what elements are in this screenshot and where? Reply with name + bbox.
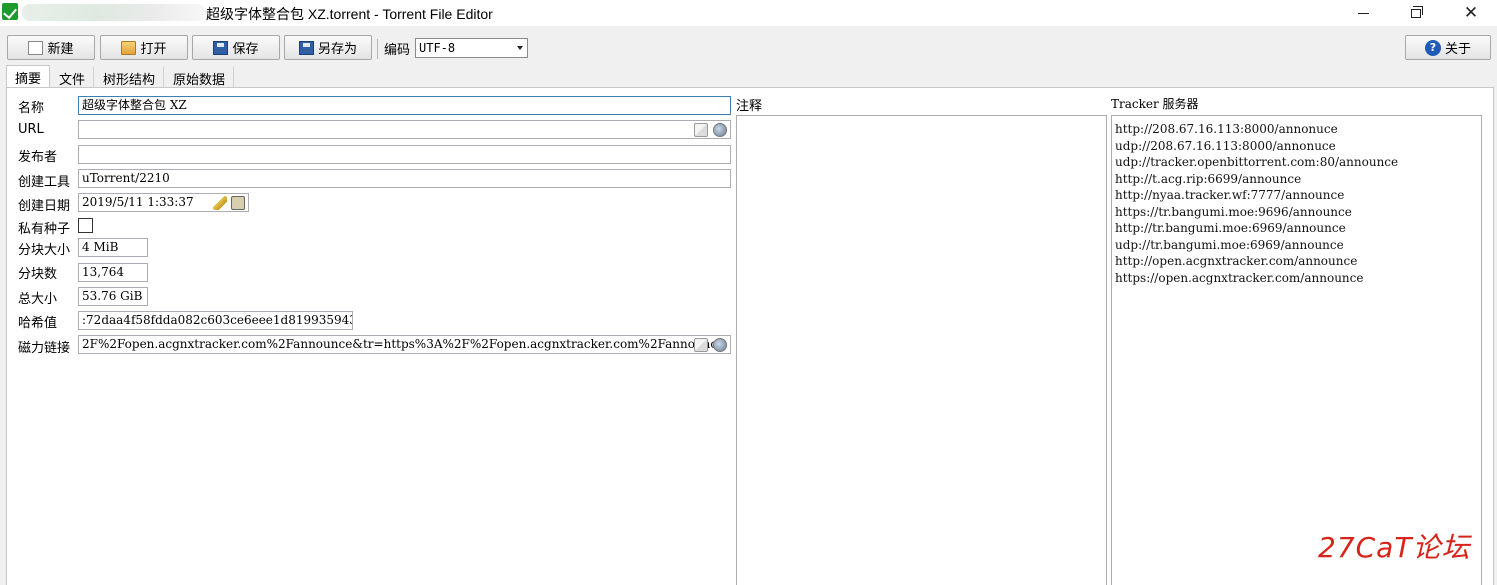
window-title: 超级字体整合包 XZ.torrent - Torrent File Editor [206,6,493,22]
tracker-item: http://nyaa.tracker.wf:7777/announce [1115,188,1345,202]
magnet-field[interactable]: 2F%2Fopen.acgnxtracker.com%2Fannounce&tr… [78,335,731,354]
created-by-field[interactable]: uTorrent/2210 [78,169,731,188]
tracker-label: Tracker 服务器 [1111,97,1199,111]
chevron-down-icon [517,46,523,50]
save-as-disk-icon [298,40,314,55]
new-file-icon [28,40,44,55]
created-by-label: 创建工具 [18,175,71,190]
tab-files[interactable]: 文件 [50,66,95,88]
tracker-item: https://open.acgnxtracker.com/announce [1115,270,1364,285]
tracker-item: udp://tr.bangumi.moe:6969/announce [1115,237,1344,252]
save-button[interactable]: 保存 [192,35,280,60]
magnet-label: 磁力链接 [18,341,71,356]
tab-raw-data[interactable]: 原始数据 [164,66,235,88]
notes-label: 注释 [736,99,763,114]
piece-size-label: 分块大小 [18,243,71,258]
piece-count-label: 分块数 [18,267,58,282]
about-button[interactable]: ? 关于 [1405,35,1491,60]
piece-size-field[interactable]: 4 MiB [78,238,148,257]
tracker-item: http://open.acgnxtracker.com/announce [1115,254,1358,268]
tab-tree[interactable]: 树形结构 [94,66,165,88]
title-bar: 超级字体整合包 XZ.torrent - Torrent File Editor… [0,0,1497,26]
close-button[interactable]: ✕ [1448,0,1494,26]
publisher-field[interactable] [78,145,731,164]
tab-summary[interactable]: 摘要 [6,65,51,88]
broom-icon[interactable] [213,196,227,210]
url-field[interactable] [78,120,731,139]
private-label: 私有种子 [18,222,71,237]
tab-bar: 摘要 文件 树形结构 原始数据 [6,65,235,88]
encoding-select[interactable]: UTF-8 [415,38,528,58]
tracker-item: udp://208.67.16.113:8000/annonuce [1115,138,1336,153]
tracker-item: http://tr.bangumi.moe:6969/announce [1115,221,1346,235]
toolbar: 新建 打开 保存 另存为 编码 UTF-8 ? 关于 [0,33,1497,63]
minimize-icon [1357,12,1369,14]
tracker-item: udp://tracker.openbittorrent.com:80/anno… [1115,155,1399,169]
name-label: 名称 [18,101,45,116]
private-checkbox[interactable] [78,218,93,233]
notes-textarea[interactable] [736,115,1107,585]
toolbar-separator [377,39,378,59]
tracker-item: http://208.67.16.113:8000/annonuce [1115,122,1338,136]
save-button-label: 保存 [232,42,259,57]
encoding-value: UTF-8 [419,41,456,55]
copy-icon[interactable] [694,123,708,137]
save-as-button[interactable]: 另存为 [284,35,372,60]
about-button-label: 关于 [1444,42,1471,57]
restore-icon [1411,5,1423,18]
calendar-icon[interactable] [231,196,245,210]
close-icon: ✕ [1463,3,1479,23]
publisher-label: 发布者 [18,150,58,165]
folder-open-icon [121,40,137,55]
hash-label: 哈希值 [18,316,58,331]
maximize-button[interactable] [1393,0,1439,26]
total-size-field[interactable]: 53.76 GiB [78,287,148,306]
url-label: URL [18,122,44,137]
tracker-textarea[interactable]: http://208.67.16.113:8000/annonuce udp:/… [1111,115,1482,585]
total-size-label: 总大小 [18,292,58,307]
new-button[interactable]: 新建 [7,35,95,60]
created-date-label: 创建日期 [18,199,71,214]
redacted-title-segment [22,4,206,21]
new-button-label: 新建 [47,42,74,57]
name-field[interactable]: 超级字体整合包 XZ [78,96,731,115]
tracker-item: https://tr.bangumi.moe:9696/announce [1115,204,1352,219]
hash-field[interactable]: :72daa4f58fdda082c603ce6eee1d8199359434 [78,311,353,330]
open-button[interactable]: 打开 [100,35,188,60]
magnet-copy-icon[interactable] [694,338,708,352]
app-icon [2,3,18,20]
minimize-button[interactable] [1340,0,1386,26]
save-as-button-label: 另存为 [317,42,357,57]
open-button-label: 打开 [140,42,167,57]
encoding-label: 编码 [384,43,411,58]
tracker-item: http://t.acg.rip:6699/announce [1115,171,1302,186]
piece-count-field[interactable]: 13,764 [78,263,148,282]
watermark: 27CaT论坛 [1318,531,1471,564]
magnet-globe-icon[interactable] [713,338,727,352]
help-icon: ? [1424,39,1441,56]
save-disk-icon [213,40,229,55]
globe-icon[interactable] [713,123,727,137]
